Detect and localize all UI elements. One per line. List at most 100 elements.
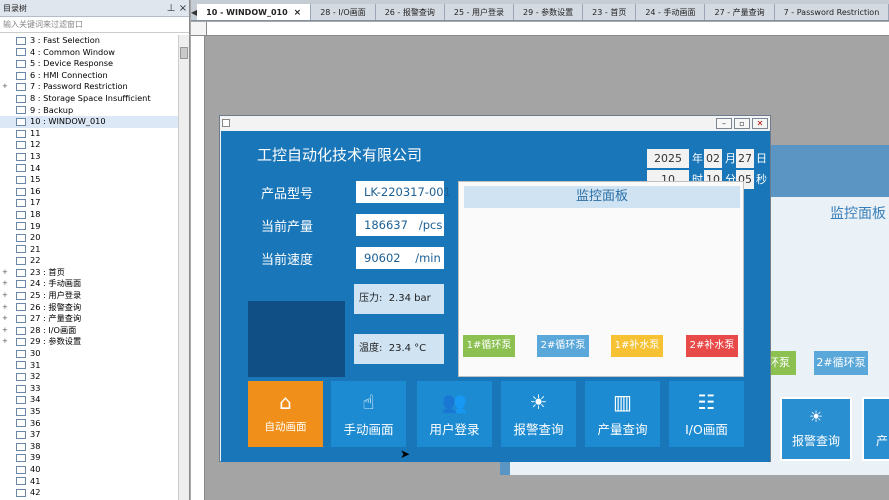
tree-item[interactable]: 34 (0, 394, 178, 406)
tree-item[interactable]: 40 (0, 464, 178, 476)
nav-button[interactable]: ⌂ 自动画面 (248, 381, 323, 447)
tree-item-label: 16 (30, 185, 41, 196)
window-page-icon (16, 407, 26, 416)
expand-icon[interactable]: + (2, 325, 9, 337)
tree-item[interactable]: 19 (0, 221, 178, 233)
tree-item[interactable]: +24 : 手动画面 (0, 278, 178, 290)
tree-item[interactable]: +7 : Password Restriction (0, 81, 178, 93)
bar-chart-icon: ▥ (613, 390, 632, 414)
tree-item[interactable]: 37 (0, 429, 178, 441)
tree-scrollbar[interactable] (178, 35, 189, 500)
window-titlebar[interactable]: – ▫ ✕ (220, 116, 770, 130)
tree-item[interactable]: 21 (0, 244, 178, 256)
year-field[interactable]: 2025 (647, 149, 689, 168)
tree-item[interactable]: 3 : Fast Selection (0, 35, 178, 47)
expand-icon[interactable]: + (2, 302, 9, 314)
expand-icon[interactable]: + (2, 290, 9, 302)
tree-item[interactable]: 6 : HMI Connection (0, 70, 178, 82)
window-page-icon (16, 430, 26, 439)
window-page-icon (16, 257, 26, 266)
tree-item-label: 9 : Backup (30, 104, 74, 115)
tree-item[interactable]: 17 (0, 197, 178, 209)
tree-item-label: 26 : 报警查询 (30, 301, 82, 312)
users-icon: 👥 (442, 390, 467, 414)
document-tab[interactable]: 24 - 手动画面 (636, 4, 706, 20)
tree-item-label: 3 : Fast Selection (30, 35, 100, 45)
tree-item[interactable]: 18 (0, 209, 178, 221)
tree-item-label: 39 (30, 452, 41, 463)
tree-item[interactable]: +27 : 产量查询 (0, 313, 178, 325)
tree-item[interactable]: 38 (0, 441, 178, 453)
tree-item[interactable]: 10 : WINDOW_010 (0, 116, 178, 128)
tree-item[interactable]: 5 : Device Response (0, 58, 178, 70)
tree-item[interactable]: 41 (0, 476, 178, 488)
company-title: 工控自动化技术有限公司 (257, 146, 423, 164)
tree-item[interactable]: 16 (0, 186, 178, 198)
window-icon (222, 119, 230, 127)
tree-item[interactable]: 14 (0, 163, 178, 175)
close-tab-icon[interactable]: × (294, 8, 302, 18)
tree-item[interactable]: +29 : 参数设置 (0, 336, 178, 348)
tree-item[interactable]: 8 : Storage Space Insufficient (0, 93, 178, 105)
tree-item[interactable]: +23 : 首页 (0, 267, 178, 279)
document-tab[interactable]: 28 - I/O画面 (311, 4, 376, 20)
tree-item[interactable]: +26 : 报警查询 (0, 302, 178, 314)
tree-item[interactable]: +25 : 用户登录 (0, 290, 178, 302)
hmi-window[interactable]: – ▫ ✕ 工控自动化技术有限公司 2025 年 02 月 27 日 10 时 … (219, 115, 771, 462)
tree-item[interactable]: 15 (0, 174, 178, 186)
tree-item[interactable]: 13 (0, 151, 178, 163)
tree-item[interactable]: 36 (0, 418, 178, 430)
nav-button[interactable]: ☷ I/O画面 (669, 381, 744, 447)
tree-item[interactable]: 33 (0, 383, 178, 395)
expand-icon[interactable]: + (2, 278, 9, 290)
expand-icon[interactable]: + (2, 81, 9, 93)
document-tab[interactable]: 23 - 首页 (583, 4, 637, 20)
nav-button[interactable]: ☀ 报警查询 (501, 381, 576, 447)
background-monitor-title: 监控面板 (830, 206, 886, 222)
pump-indicator[interactable]: 1#循环泵 (463, 335, 515, 357)
tree-item[interactable]: 42 (0, 487, 178, 499)
tree-item[interactable]: 32 (0, 371, 178, 383)
scrollbar-thumb[interactable] (180, 47, 188, 59)
document-tab[interactable]: 7 - Password Restriction (774, 4, 889, 20)
expand-icon[interactable]: + (2, 313, 9, 325)
tree-item[interactable]: 9 : Backup (0, 105, 178, 117)
month-field[interactable]: 02 (704, 149, 722, 168)
window-page-icon (16, 106, 26, 115)
nav-button[interactable]: ▥ 产量查询 (585, 381, 660, 447)
nav-button[interactable]: ☝ 手动画面 (331, 381, 406, 447)
document-tab[interactable]: 27 - 产量查询 (705, 4, 775, 20)
tree-item[interactable]: 39 (0, 452, 178, 464)
pump-indicator[interactable]: 2#循环泵 (537, 335, 589, 357)
minimize-button[interactable]: – (716, 117, 732, 129)
tree-item[interactable]: 12 (0, 139, 178, 151)
document-tab[interactable]: 10 - WINDOW_010 × (197, 4, 312, 20)
window-page-icon (16, 141, 26, 150)
expand-icon[interactable]: + (2, 336, 9, 348)
pump-indicator[interactable]: 2#补水泵 (686, 335, 738, 357)
window-page-icon (16, 245, 26, 254)
tree-item[interactable]: +28 : I/O画面 (0, 325, 178, 337)
document-tab[interactable]: 29 - 参数设置 (514, 4, 584, 20)
nav-button[interactable]: 👥 用户登录 (417, 381, 492, 447)
day-field[interactable]: 27 (736, 149, 754, 168)
pin-icon[interactable]: ⊥ (165, 3, 177, 14)
pump-indicator[interactable]: 1#补水泵 (611, 335, 663, 357)
expand-icon[interactable]: + (2, 267, 9, 279)
tree-item[interactable]: 11 (0, 128, 178, 140)
close-icon[interactable]: × (177, 3, 189, 14)
tree-item[interactable]: 20 (0, 232, 178, 244)
image-placeholder (248, 301, 345, 377)
close-button[interactable]: ✕ (752, 117, 768, 129)
speed-label: 当前速度 (261, 253, 314, 268)
tree-item[interactable]: 31 (0, 360, 178, 372)
tree-item[interactable]: 35 (0, 406, 178, 418)
tab-label: 7 - Password Restriction (783, 8, 880, 17)
maximize-button[interactable]: ▫ (734, 117, 750, 129)
tree-item[interactable]: 22 (0, 255, 178, 267)
tree-item[interactable]: 30 (0, 348, 178, 360)
document-tab[interactable]: 25 - 用户登录 (444, 4, 515, 20)
document-tab[interactable]: 26 - 报警查询 (375, 4, 445, 20)
tree-filter-input[interactable]: 输入关键词来过滤窗口 (0, 17, 189, 33)
tree-item[interactable]: 4 : Common Window (0, 47, 178, 59)
